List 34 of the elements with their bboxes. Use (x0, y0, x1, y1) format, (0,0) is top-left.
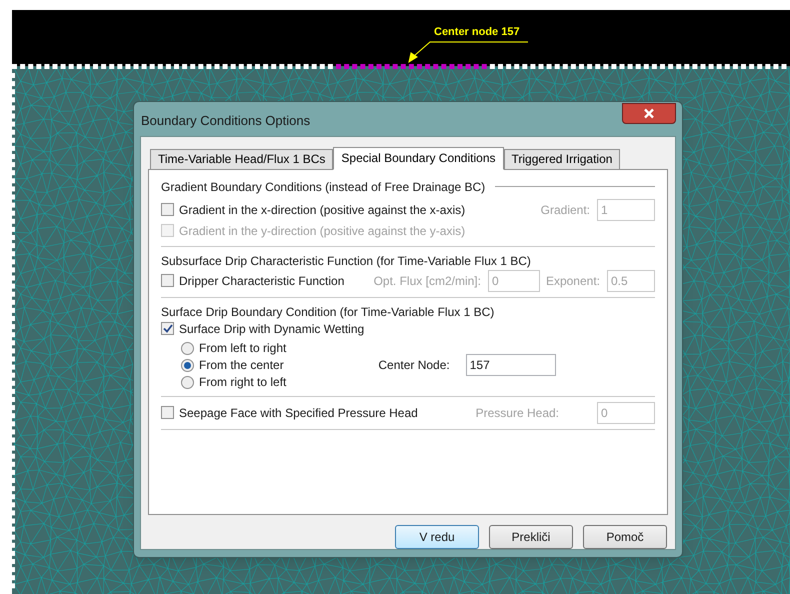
group-title: Gradient Boundary Conditions (instead of Free Drainage BC) (161, 178, 486, 196)
checkbox-label: Gradient in the y-direction (positive against the y-axis) (179, 222, 466, 240)
checkbox[interactable] (161, 322, 174, 336)
checkbox[interactable] (161, 203, 174, 216)
field-label: Pressure Head: (476, 404, 559, 422)
close-button[interactable] (622, 103, 676, 124)
checkbox-label: Dripper Characteristic Function (179, 272, 344, 290)
radio-label: From the center (199, 357, 284, 374)
checkbox-label: Gradient in the x-direction (positive against the x-axis) (179, 202, 466, 219)
radio-button[interactable] (181, 376, 194, 389)
field-label: Center Node: (378, 357, 450, 374)
group-title: Surface Drip Boundary Condition (for Time-Variable Flux 1 BC) (161, 304, 496, 319)
checkbox[interactable] (161, 274, 174, 288)
field-label: Opt. Flux [cm2/min]: (374, 272, 481, 290)
close-icon (643, 108, 655, 119)
window-title: Boundary Conditions Options (141, 112, 310, 130)
radio-label: From right to left (199, 374, 286, 392)
tab[interactable]: Special Boundary Conditions (333, 146, 504, 170)
radio-button[interactable] (181, 358, 194, 372)
tab[interactable]: Time-Variable Head/Flux 1 BCs (150, 148, 334, 169)
checkbox-label: Surface Drip with Dynamic Wetting (179, 320, 364, 338)
checkbox[interactable] (161, 406, 174, 420)
tab[interactable]: Triggered Irrigation (504, 148, 620, 169)
dialog-button[interactable]: Pomoč (583, 525, 667, 549)
annotation-label: Center node 157 (434, 26, 520, 38)
radio-button[interactable] (181, 342, 194, 355)
dialog-button[interactable]: V redu (395, 525, 479, 549)
group-title: Subsurface Drip Characteristic Function (for Time-Variable Flux 1 BC) (161, 252, 532, 268)
checkbox-label: Seepage Face with Specified Pressure Head (179, 404, 418, 422)
dialog-button[interactable]: Prekliči (489, 525, 573, 549)
radio-label: From left to right (199, 340, 286, 358)
input-field[interactable]: 157 (466, 354, 556, 376)
field-label: Exponent: (546, 272, 600, 290)
field-label: Gradient: (540, 202, 590, 219)
